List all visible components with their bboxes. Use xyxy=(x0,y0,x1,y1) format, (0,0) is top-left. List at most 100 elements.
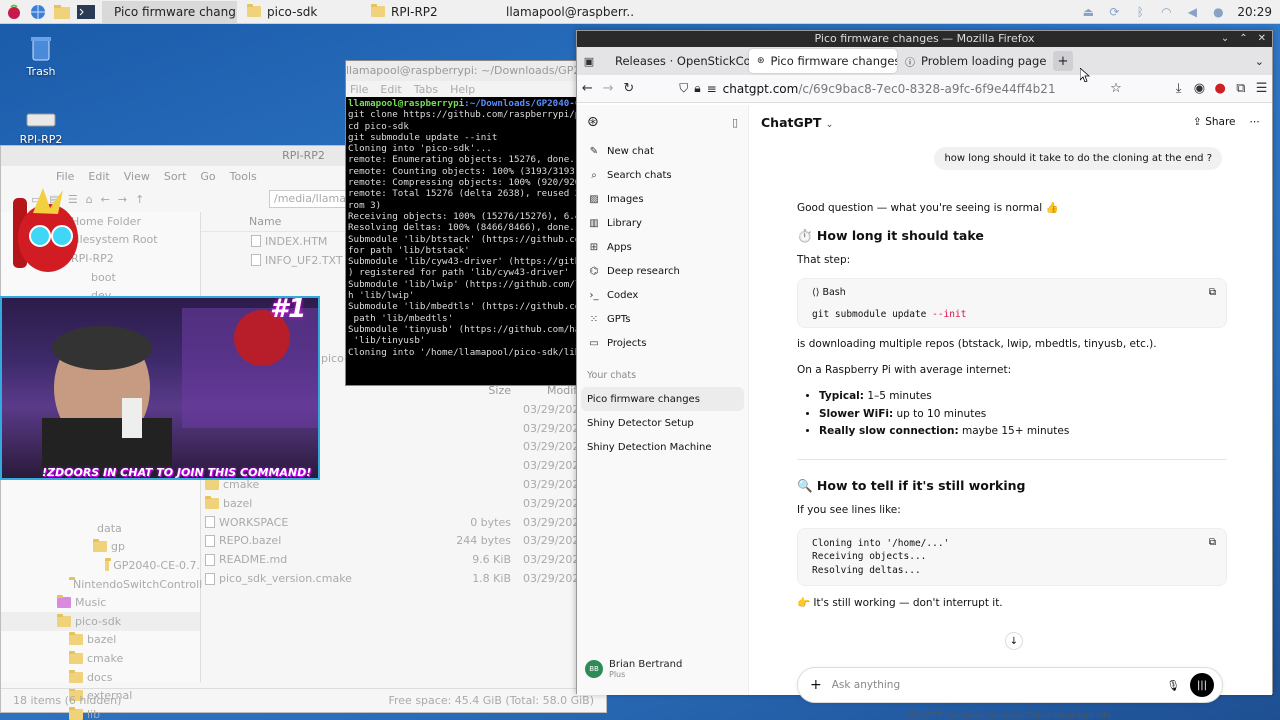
extensions-icon[interactable]: ⧉ xyxy=(1231,77,1252,101)
taskbar-task-firefox[interactable]: Pico firmware chang... xyxy=(102,0,237,23)
prompt-input[interactable]: + Ask anything 🎙︎ ||| xyxy=(797,667,1223,703)
menu-file[interactable]: File xyxy=(350,83,368,96)
menu-edit[interactable]: Edit xyxy=(380,83,401,96)
chat-item[interactable]: Shiny Detection Machine xyxy=(577,435,748,459)
eject-icon[interactable]: ⏏ xyxy=(1081,5,1095,19)
nav-item[interactable]: ✎ New chat xyxy=(577,139,748,163)
tree-item[interactable]: cmake xyxy=(1,649,200,668)
desktop-icon-trash[interactable]: Trash xyxy=(6,34,76,78)
tree-item[interactable]: Music xyxy=(1,593,200,612)
file-row[interactable]: bazel 03/29/2026 xyxy=(201,494,606,513)
tree-item[interactable]: bazel xyxy=(1,631,200,650)
tree-item[interactable]: NintendoSwitchControll xyxy=(1,575,202,594)
add-icon[interactable]: + xyxy=(810,677,822,693)
library-icon: ▥ xyxy=(589,217,599,229)
tab-overflow-icon[interactable]: ⌄ xyxy=(1255,55,1264,68)
tab-list-icon[interactable]: ▣ xyxy=(577,49,601,73)
menu-sort[interactable]: Sort xyxy=(164,170,187,183)
tree-item[interactable]: docs xyxy=(1,668,200,687)
wifi-icon[interactable]: ◠ xyxy=(1159,5,1173,19)
taskbar-task-pico-sdk[interactable]: pico-sdk xyxy=(241,1,361,23)
nav-item[interactable]: ▨ Images xyxy=(577,187,748,211)
forward-icon[interactable]: → xyxy=(118,193,127,206)
file-manager-icon[interactable] xyxy=(52,3,72,21)
tab-label: Releases · OpenStickCo xyxy=(615,54,749,68)
new-tab-button[interactable]: + xyxy=(1053,51,1073,71)
menu-icon[interactable]: ☰ xyxy=(1251,77,1272,101)
nav-item[interactable]: ⌬ Deep research xyxy=(577,259,748,283)
tab-problem-loading[interactable]: ⓘ Problem loading page ✕ xyxy=(897,49,1047,73)
nav-item-label: GPTs xyxy=(607,313,631,325)
file-icon xyxy=(205,534,215,547)
url-bar[interactable]: ⛉ 🔒︎ ≡ chatgpt.com/c/69c9bac8-7ec0-8328-… xyxy=(679,77,1055,101)
tree-item[interactable]: GP2040-CE-0.7. xyxy=(1,556,200,575)
back-icon[interactable]: ← xyxy=(101,193,110,206)
sidebar-toggle-icon[interactable]: ▯ xyxy=(732,116,738,129)
tab-pico-firmware[interactable]: ⊛ Pico firmware changes ✕ xyxy=(749,49,897,73)
menu-go[interactable]: Go xyxy=(200,170,215,183)
nav-item[interactable]: ›_ Codex xyxy=(577,283,748,307)
shield-icon[interactable]: ⛉ xyxy=(679,81,688,96)
nav-item[interactable]: ⊞ Apps xyxy=(577,235,748,259)
raspberry-menu-icon[interactable] xyxy=(4,3,24,21)
microphone-icon[interactable]: ● xyxy=(1211,5,1225,19)
code-text[interactable]: git submodule update --init xyxy=(812,309,966,320)
forward-icon[interactable]: → xyxy=(598,77,619,101)
tree-item[interactable]: gp xyxy=(1,538,200,557)
microphone-icon[interactable]: 🎙︎ xyxy=(1167,679,1180,692)
openai-logo-icon[interactable]: ⊛ xyxy=(587,114,599,130)
voice-mode-button[interactable]: ||| xyxy=(1190,673,1214,697)
scroll-down-icon[interactable]: ↓ xyxy=(1005,632,1023,650)
menu-view[interactable]: View xyxy=(124,170,150,183)
bookmark-star-icon[interactable]: ☆ xyxy=(1106,77,1127,101)
reload-icon[interactable]: ↻ xyxy=(618,77,639,101)
taskbar-task-terminal[interactable]: llamapool@raspberr.. xyxy=(494,1,634,23)
permissions-icon[interactable]: ≡ xyxy=(707,82,717,96)
info-icon: ⓘ xyxy=(905,57,915,69)
file-row[interactable]: pico_sdk_version.cmake 1.8 KiB 03/29/2026 xyxy=(201,569,606,588)
up-icon[interactable]: ↑ xyxy=(135,193,144,206)
taskbar-task-rpi-rp2[interactable]: RPI-RP2 xyxy=(365,1,490,23)
user-profile[interactable]: BB Brian Bertrand Plus xyxy=(585,659,682,679)
tree-item-selected[interactable]: pico-sdk xyxy=(1,611,200,631)
file-row[interactable]: REPO.bazel 244 bytes 03/29/2026 xyxy=(201,532,606,551)
nav-item[interactable]: ▥ Library xyxy=(577,211,748,235)
nav-item[interactable]: ⌕ Search chats xyxy=(577,163,748,187)
browser-icon[interactable] xyxy=(28,3,48,21)
account-icon[interactable]: ◉ xyxy=(1189,77,1210,101)
terminal-output[interactable]: llamapool@raspberrypi:~/Downloads/GP2040… xyxy=(346,97,576,387)
volume-icon[interactable]: ◀ xyxy=(1185,5,1199,19)
close-icon[interactable]: ✕ xyxy=(1258,31,1266,47)
nav-item[interactable]: ⁙ GPTs xyxy=(577,307,748,331)
tab-releases[interactable]: Releases · OpenStickCo ✕ xyxy=(601,49,749,73)
taskbar-task-label: RPI-RP2 xyxy=(391,4,438,19)
clock[interactable]: 20:29 xyxy=(1237,5,1272,19)
code-text[interactable]: Cloning into '/home/...' Receiving objec… xyxy=(812,537,949,578)
more-options-icon[interactable]: ⋯ xyxy=(1250,116,1261,128)
terminal-icon[interactable] xyxy=(76,3,96,21)
desktop-icon-rpi-rp2[interactable]: RPI-RP2 xyxy=(6,110,76,146)
file-row[interactable]: WORKSPACE 0 bytes 03/29/2026 xyxy=(201,513,606,532)
chat-item[interactable]: Pico firmware changes xyxy=(581,387,744,411)
minimize-icon[interactable]: ⌄ xyxy=(1221,31,1229,47)
copy-icon[interactable]: ⧉ xyxy=(1209,287,1216,298)
downloads-icon[interactable]: ⤓ xyxy=(1168,77,1189,101)
home-icon[interactable]: ⌂ xyxy=(86,193,93,206)
tree-item[interactable]: data xyxy=(1,519,200,538)
extension-icon[interactable]: ● xyxy=(1210,77,1231,101)
model-selector[interactable]: ChatGPT ⌄ xyxy=(761,115,833,130)
file-row[interactable]: README.md 9.6 KiB 03/29/2026 xyxy=(201,550,606,569)
lock-icon[interactable]: 🔒︎ xyxy=(694,81,700,96)
menu-help[interactable]: Help xyxy=(450,83,475,96)
back-icon[interactable]: ← xyxy=(577,77,598,101)
menu-tools[interactable]: Tools xyxy=(230,170,257,183)
share-button[interactable]: ⇪ Share xyxy=(1193,116,1235,128)
nav-item[interactable]: ▭ Projects xyxy=(577,331,748,355)
sync-icon[interactable]: ⟳ xyxy=(1107,5,1121,19)
menu-tabs[interactable]: Tabs xyxy=(414,83,438,96)
copy-icon[interactable]: ⧉ xyxy=(1209,537,1216,548)
chat-item[interactable]: Shiny Detector Setup xyxy=(577,411,748,435)
menu-edit[interactable]: Edit xyxy=(88,170,109,183)
bluetooth-icon[interactable]: ᛒ xyxy=(1133,5,1147,19)
maximize-icon[interactable]: ⌃ xyxy=(1239,31,1247,47)
